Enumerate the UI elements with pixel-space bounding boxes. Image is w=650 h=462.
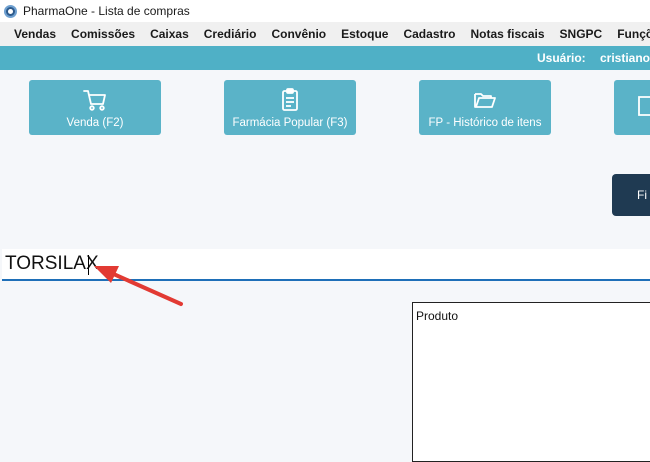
menu-crediario[interactable]: Crediário bbox=[197, 27, 265, 41]
fp-historico-button-label: FP - Histórico de itens bbox=[428, 116, 542, 129]
user-name: cristiano bbox=[600, 51, 650, 65]
user-label: Usuário: bbox=[537, 51, 586, 65]
column-header-produto: Produto bbox=[416, 309, 459, 323]
user-bar: Usuário: cristiano bbox=[0, 46, 650, 70]
finalizar-button[interactable]: Fi bbox=[612, 174, 650, 216]
text-caret bbox=[88, 255, 89, 275]
clipboard-icon bbox=[282, 87, 298, 111]
menu-bar: Vendas Comissões Caixas Crediário Convên… bbox=[0, 22, 650, 46]
partial-icon bbox=[638, 95, 650, 116]
search-input[interactable] bbox=[2, 249, 650, 281]
fp-historico-button[interactable]: FP - Histórico de itens bbox=[419, 80, 551, 135]
menu-notas-fiscais[interactable]: Notas fiscais bbox=[463, 27, 552, 41]
cart-icon bbox=[83, 89, 106, 111]
menu-comissoes[interactable]: Comissões bbox=[64, 27, 143, 41]
menu-estoque[interactable]: Estoque bbox=[334, 27, 396, 41]
app-logo-icon bbox=[4, 4, 17, 18]
folder-open-icon bbox=[474, 92, 496, 108]
title-bar: PharmaOne - Lista de compras bbox=[0, 0, 650, 22]
product-table: Produto bbox=[412, 302, 650, 462]
window-title: PharmaOne - Lista de compras bbox=[23, 4, 190, 18]
menu-convenio[interactable]: Convênio bbox=[264, 27, 334, 41]
menu-cadastro[interactable]: Cadastro bbox=[396, 27, 463, 41]
menu-vendas[interactable]: Vendas bbox=[0, 27, 64, 41]
menu-caixas[interactable]: Caixas bbox=[143, 27, 197, 41]
farmacia-popular-button[interactable]: Farmácia Popular (F3) bbox=[224, 80, 356, 135]
menu-funcoes[interactable]: Funções a bbox=[610, 27, 650, 41]
venda-button-label: Venda (F2) bbox=[66, 116, 124, 129]
venda-button[interactable]: Venda (F2) bbox=[29, 80, 161, 135]
fourth-action-button[interactable] bbox=[614, 80, 650, 135]
finalizar-button-label: Fi bbox=[637, 188, 647, 202]
farmacia-popular-button-label: Farmácia Popular (F3) bbox=[232, 116, 348, 129]
menu-sngpc[interactable]: SNGPC bbox=[553, 27, 611, 41]
